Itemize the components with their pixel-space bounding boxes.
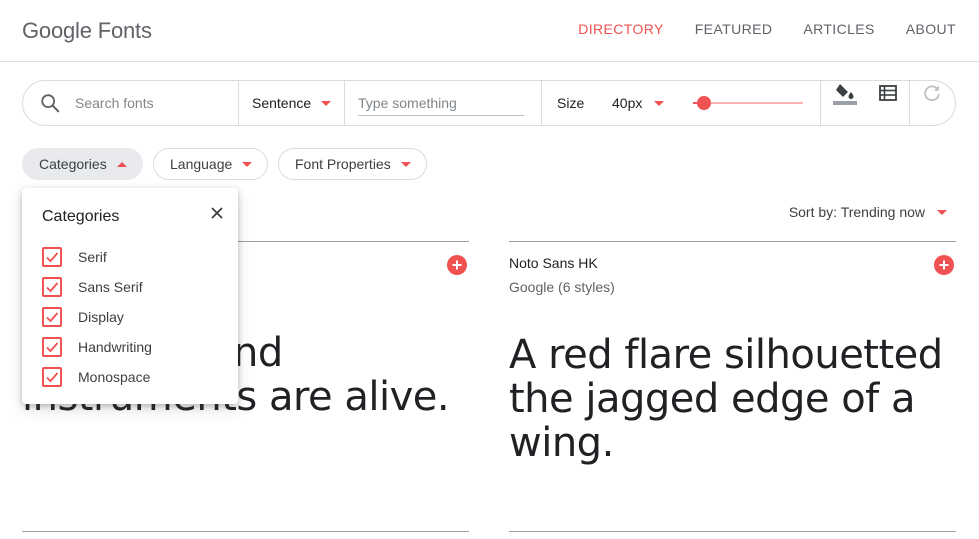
refresh-icon[interactable] xyxy=(920,81,944,105)
chevron-down-icon xyxy=(937,209,947,215)
toolbar-divider xyxy=(820,81,821,125)
nav-about[interactable]: ABOUT xyxy=(906,21,956,37)
sort-label: Sort by: Trending now xyxy=(788,204,925,220)
google-fonts-logo[interactable]: Google Fonts xyxy=(22,18,152,44)
chevron-down-icon xyxy=(321,100,332,106)
card-divider xyxy=(509,531,956,532)
toolbar-divider xyxy=(238,81,239,125)
chevron-down-icon xyxy=(242,161,253,167)
search-input[interactable] xyxy=(75,81,235,125)
list-view-icon[interactable] xyxy=(876,81,900,105)
background-color-icon[interactable] xyxy=(833,81,857,105)
nav-articles[interactable]: ARTICLES xyxy=(803,21,874,37)
preview-text-input[interactable] xyxy=(358,91,524,116)
font-sample-text[interactable]: A red flare silhouetted the jagged edge … xyxy=(509,333,949,465)
category-option-serif[interactable]: Serif xyxy=(42,247,107,267)
toolbar-divider xyxy=(541,81,542,125)
category-option-handwriting[interactable]: Handwriting xyxy=(42,337,152,357)
category-option-label: Monospace xyxy=(78,369,151,385)
category-option-label: Handwriting xyxy=(78,339,152,355)
checkbox-checked-icon[interactable] xyxy=(42,247,62,267)
chevron-down-icon xyxy=(654,100,665,106)
language-filter-chip[interactable]: Language xyxy=(153,148,269,180)
size-value: 40px xyxy=(612,95,643,111)
add-font-icon[interactable] xyxy=(447,255,467,275)
checkbox-checked-icon[interactable] xyxy=(42,337,62,357)
add-font-icon[interactable] xyxy=(934,255,954,275)
category-option-display[interactable]: Display xyxy=(42,307,124,327)
category-option-label: Display xyxy=(78,309,124,325)
size-select[interactable]: 40px xyxy=(612,81,665,125)
categories-filter-chip[interactable]: Categories xyxy=(22,148,143,180)
logo-brand: Google xyxy=(22,18,92,43)
search-icon xyxy=(39,81,63,125)
category-option-sans-serif[interactable]: Sans Serif xyxy=(42,277,143,297)
chip-label: Font Properties xyxy=(295,156,391,172)
checkbox-checked-icon[interactable] xyxy=(42,367,62,387)
logo-product: Fonts xyxy=(97,18,152,43)
checkbox-checked-icon[interactable] xyxy=(42,277,62,297)
toolbar-divider xyxy=(909,81,910,125)
popup-title: Categories xyxy=(42,208,120,225)
top-nav: DIRECTORY FEATURED ARTICLES ABOUT xyxy=(578,21,956,37)
toolbar-divider xyxy=(344,81,345,125)
font-meta: Google (6 styles) xyxy=(509,279,615,295)
preview-toolbar: Sentence Size 40px xyxy=(22,80,956,126)
categories-popup: Categories Serif Sans Serif Display Hand… xyxy=(22,188,238,404)
font-name[interactable]: Noto Sans HK xyxy=(509,255,598,271)
size-label: Size xyxy=(557,95,585,111)
category-option-label: Serif xyxy=(78,249,107,265)
chip-label: Language xyxy=(170,156,233,172)
nav-directory[interactable]: DIRECTORY xyxy=(578,21,664,37)
sort-select[interactable]: Sort by: Trending now xyxy=(789,204,947,220)
header: Google Fonts DIRECTORY FEATURED ARTICLES … xyxy=(0,0,979,62)
close-icon[interactable] xyxy=(208,204,226,222)
nav-featured[interactable]: FEATURED xyxy=(695,21,773,37)
chevron-up-icon xyxy=(116,161,127,167)
category-option-monospace[interactable]: Monospace xyxy=(42,367,150,387)
chevron-down-icon xyxy=(400,161,411,167)
chip-label: Categories xyxy=(39,156,107,172)
preview-mode-select[interactable]: Sentence xyxy=(252,81,332,125)
card-divider xyxy=(22,531,469,532)
checkbox-checked-icon[interactable] xyxy=(42,307,62,327)
size-slider[interactable] xyxy=(693,96,803,110)
font-properties-filter-chip[interactable]: Font Properties xyxy=(278,148,427,180)
preview-mode-value: Sentence xyxy=(252,95,312,111)
category-option-label: Sans Serif xyxy=(78,279,143,295)
card-divider xyxy=(509,241,956,242)
slider-thumb[interactable] xyxy=(697,96,711,110)
